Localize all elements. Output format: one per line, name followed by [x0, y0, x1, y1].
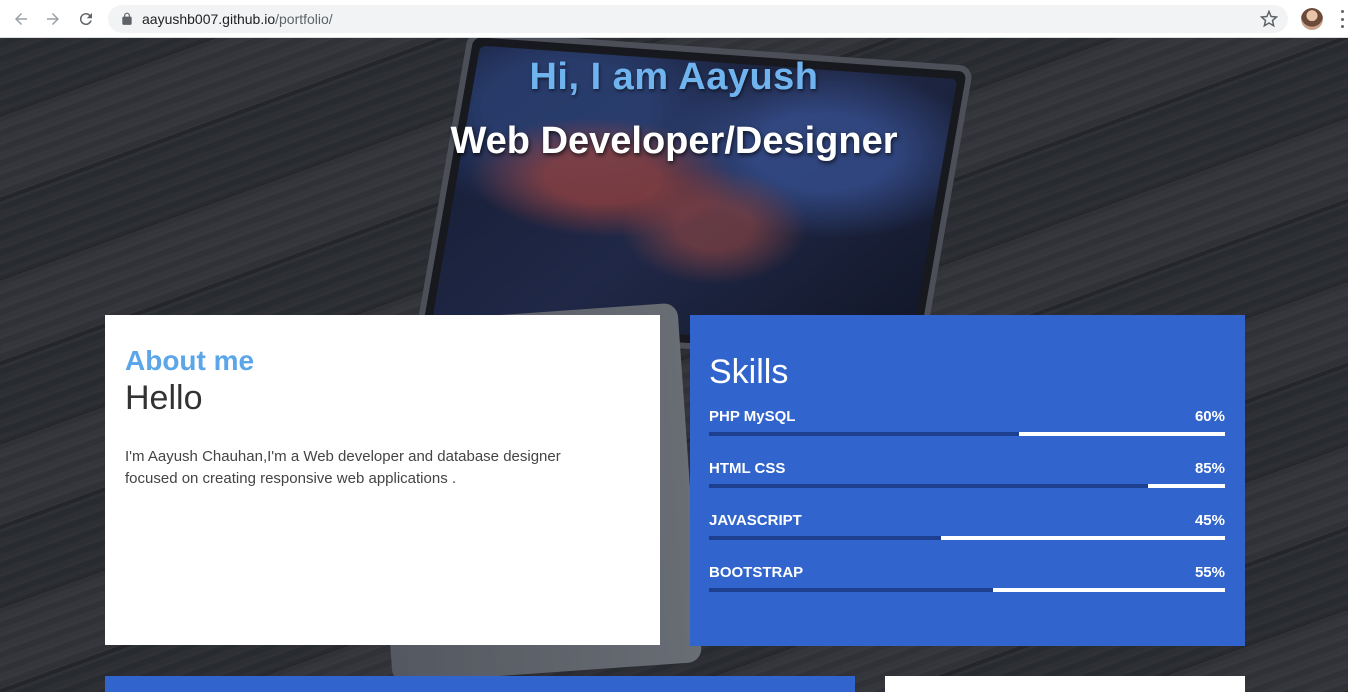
back-arrow-icon[interactable]	[10, 8, 32, 30]
lock-icon	[122, 12, 132, 25]
skill-progress-fill	[709, 484, 1148, 488]
skill-item: BOOTSTRAP 55%	[709, 560, 1225, 612]
skill-percent: 45%	[1194, 512, 1225, 529]
skill-name: JAVASCRIPT	[709, 512, 802, 529]
skill-name: BOOTSTRAP	[709, 564, 804, 581]
about-body: I'm Aayush Chauhan,I'm a Web developer a…	[125, 448, 561, 487]
next-section-card-white	[885, 676, 1245, 692]
skill-percent: 55%	[1194, 564, 1225, 581]
skill-name: HTML CSS	[709, 460, 786, 477]
about-subheading: Hello	[125, 379, 203, 417]
profile-avatar[interactable]	[1301, 8, 1323, 30]
skill-item: HTML CSS 85%	[709, 456, 1225, 508]
skill-name: PHP MySQL	[709, 408, 796, 425]
hero-greeting: Hi, I am Aayush	[529, 56, 819, 98]
browser-menu-icon[interactable]	[1336, 10, 1348, 28]
url-host: aayushb007.github.io	[142, 11, 276, 27]
hero-role: Web Developer/Designer	[450, 120, 898, 162]
skill-progress-fill	[709, 588, 993, 592]
reload-icon[interactable]	[75, 8, 97, 30]
skill-item: PHP MySQL 60%	[709, 404, 1225, 456]
next-section-card-blue	[105, 676, 855, 692]
skill-item: JAVASCRIPT 45%	[709, 508, 1225, 560]
forward-arrow-icon[interactable]	[42, 8, 64, 30]
skill-progress-fill	[709, 536, 942, 540]
url-path: /portfolio/	[275, 11, 333, 27]
bookmark-star-icon[interactable]	[1260, 10, 1278, 28]
skill-progress-bar	[709, 484, 1225, 488]
about-heading: About me	[125, 345, 255, 376]
skill-progress-bar	[709, 432, 1225, 436]
address-bar[interactable]: aayushb007.github.io/portfolio/	[108, 5, 1288, 33]
skill-progress-fill	[709, 432, 1019, 436]
skills-card: Skills PHP MySQL 60% HTML CSS 85% JAVASC…	[690, 315, 1245, 646]
skills-heading: Skills	[709, 353, 789, 391]
skill-progress-bar	[709, 536, 1225, 540]
about-card: About me Hello I'm Aayush Chauhan,I'm a …	[105, 315, 660, 645]
skill-progress-bar	[709, 588, 1225, 592]
browser-toolbar: aayushb007.github.io/portfolio/	[0, 0, 1348, 38]
skill-percent: 85%	[1194, 460, 1225, 477]
skill-percent: 60%	[1194, 408, 1225, 425]
url-text[interactable]: aayushb007.github.io/portfolio/	[142, 11, 333, 27]
